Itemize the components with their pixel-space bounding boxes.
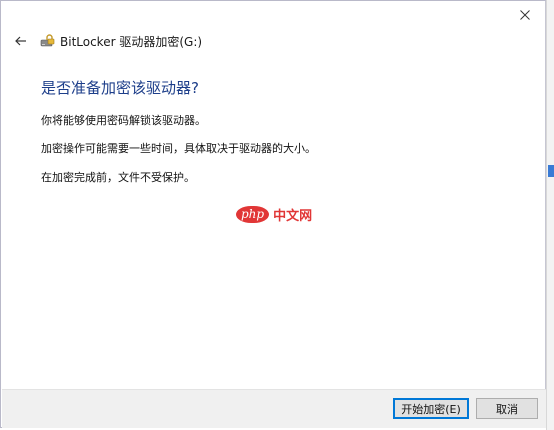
watermark-text: 中文网 [273, 209, 313, 224]
cancel-button[interactable]: 取消 [476, 398, 538, 419]
bitlocker-drive-icon [39, 33, 55, 49]
page-heading: 是否准备加密该驱动器? [41, 79, 199, 97]
dialog-footer: 开始加密(E) 取消 [2, 389, 546, 428]
close-button[interactable] [515, 5, 535, 25]
start-encryption-button[interactable]: 开始加密(E) [393, 398, 469, 419]
back-arrow-icon [15, 36, 26, 46]
watermark-logo: php 中文网 [236, 205, 312, 224]
info-text-password: 你将能够使用密码解锁该驱动器。 [41, 114, 206, 127]
info-text-protection: 在加密完成前，文件不受保护。 [41, 171, 195, 184]
background-window-highlight [548, 165, 554, 177]
title-row: BitLocker 驱动器加密(G:) [13, 31, 202, 51]
info-text-duration: 加密操作可能需要一些时间，具体取决于驱动器的大小。 [41, 142, 316, 155]
watermark-badge: php [236, 206, 270, 223]
window-title: BitLocker 驱动器加密(G:) [60, 34, 203, 49]
back-button[interactable] [13, 33, 29, 49]
close-icon [520, 10, 530, 20]
background-window-edge [546, 0, 554, 430]
